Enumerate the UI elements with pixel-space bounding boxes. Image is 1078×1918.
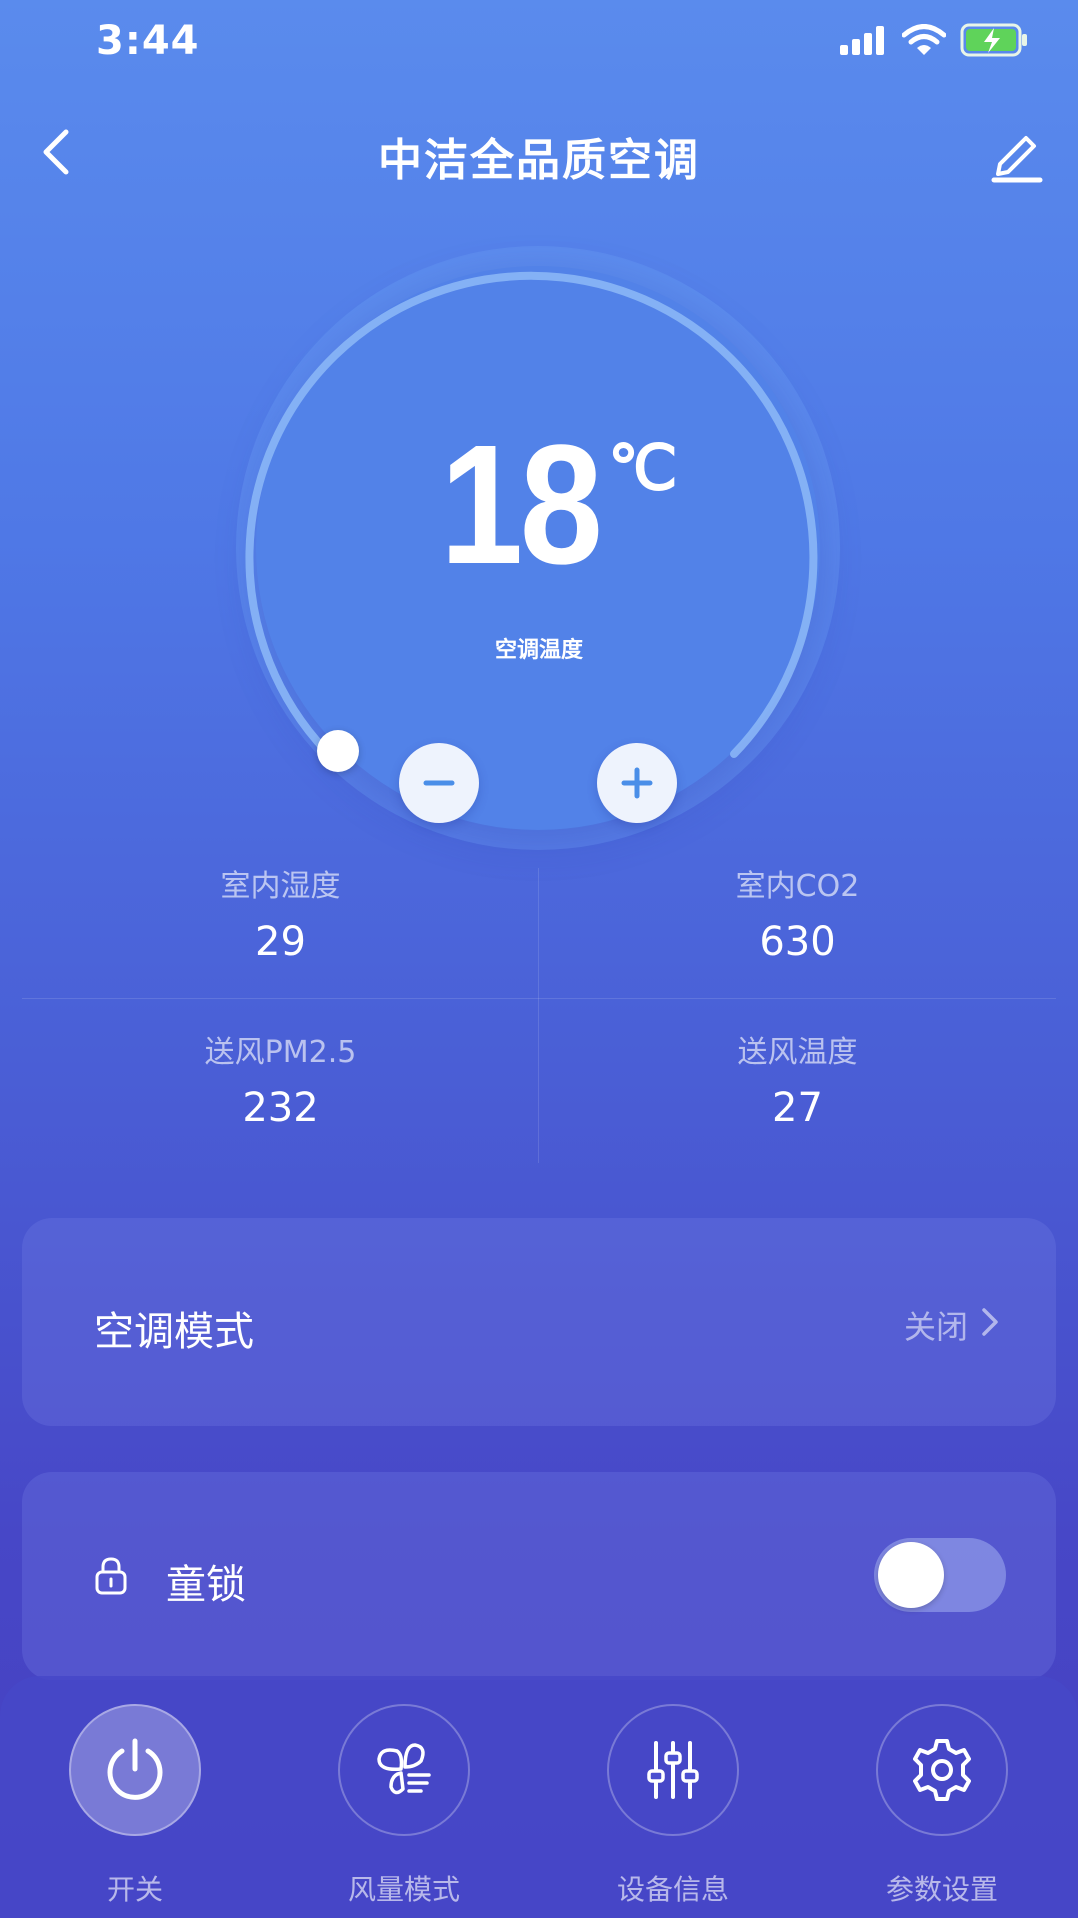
toggle-knob xyxy=(878,1542,944,1608)
stat-label: 室内CO2 xyxy=(735,869,860,904)
status-icons xyxy=(838,22,1028,58)
nav-label: 设备信息 xyxy=(616,1873,729,1906)
lock-icon xyxy=(95,1557,127,1595)
child-lock-label: 童锁 xyxy=(166,1562,246,1608)
stat-indoor-co2: 室内CO2 630 xyxy=(539,861,1056,965)
gear-icon xyxy=(913,1739,971,1801)
minus-icon xyxy=(423,780,455,786)
nav-power[interactable]: 开关 xyxy=(35,1704,235,1908)
nav-fan-mode[interactable]: 风量模式 xyxy=(304,1704,504,1908)
chevron-right-icon xyxy=(982,1308,998,1336)
decrease-temp-button[interactable] xyxy=(399,743,479,823)
stat-label: 送风温度 xyxy=(737,1035,858,1070)
pencil-icon xyxy=(991,136,1043,183)
stat-value: 630 xyxy=(759,919,836,965)
dial-handle[interactable] xyxy=(317,730,359,772)
nav-parameter-settings-button[interactable] xyxy=(876,1704,1008,1836)
nav-power-button[interactable] xyxy=(69,1704,201,1836)
stat-label: 送风PM2.5 xyxy=(204,1035,357,1070)
child-lock-toggle[interactable] xyxy=(874,1538,1006,1612)
nav-device-info-button[interactable] xyxy=(607,1704,739,1836)
temperature-value: 18 xyxy=(440,410,603,600)
nav-fan-mode-button[interactable] xyxy=(338,1704,470,1836)
stat-supply-pm25: 送风PM2.5 232 xyxy=(22,1027,539,1131)
ac-mode-label: 空调模式 xyxy=(94,1309,254,1355)
nav-label: 风量模式 xyxy=(347,1873,460,1906)
temperature-unit: ℃ xyxy=(608,434,678,503)
nav-label: 参数设置 xyxy=(885,1873,998,1906)
temperature-label: 空调温度 xyxy=(494,638,583,663)
battery-icon xyxy=(960,23,1027,57)
stat-label: 室内湿度 xyxy=(220,869,341,904)
status-time: 3:44 xyxy=(96,18,200,64)
stats-grid: 室内湿度 29 室内CO2 630 送风PM2.5 232 送风温度 27 xyxy=(22,855,1056,1165)
ac-mode-status: 关闭 xyxy=(903,1308,968,1346)
nav-parameter-settings[interactable]: 参数设置 xyxy=(842,1704,1042,1908)
fan-icon xyxy=(377,1743,431,1795)
stat-value: 29 xyxy=(255,919,306,965)
page-title: 中洁全品质空调 xyxy=(378,135,700,186)
increase-temp-button[interactable] xyxy=(597,743,677,823)
plus-icon xyxy=(621,767,653,799)
nav-device-info[interactable]: 设备信息 xyxy=(573,1704,773,1908)
stat-supply-temperature: 送风温度 27 xyxy=(539,1027,1056,1131)
stat-indoor-humidity: 室内湿度 29 xyxy=(22,861,539,965)
signal-icon xyxy=(840,26,884,55)
wifi-icon xyxy=(902,24,946,55)
edit-button[interactable] xyxy=(986,124,1046,184)
nav-label: 开关 xyxy=(106,1873,163,1906)
power-icon xyxy=(107,1738,163,1800)
stat-value: 27 xyxy=(772,1085,823,1131)
sliders-icon xyxy=(647,1741,699,1799)
stat-value: 232 xyxy=(242,1085,319,1131)
